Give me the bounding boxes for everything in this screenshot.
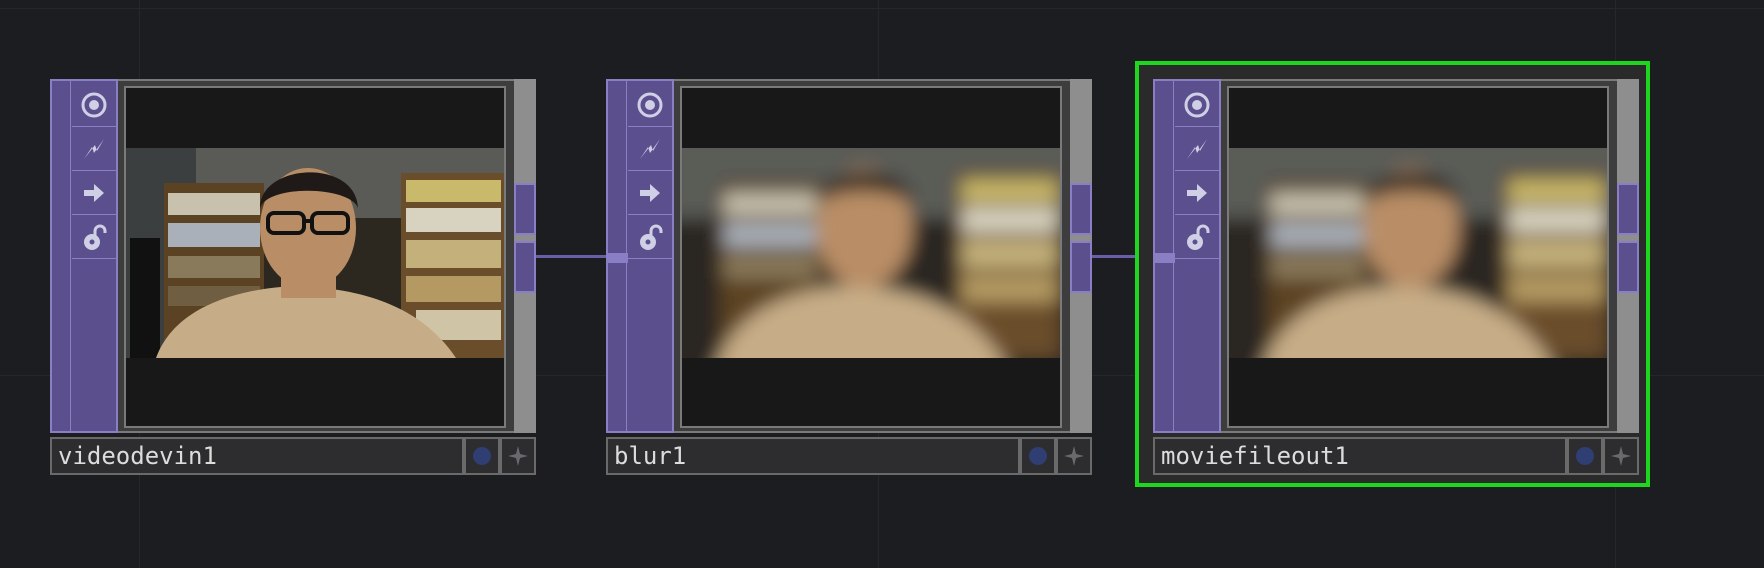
export-flag-icon[interactable] [72,171,116,215]
output-connector-bottom[interactable] [1070,241,1092,293]
display-dot-icon [1576,447,1594,465]
output-connector-top[interactable] [1070,183,1092,235]
node-videodevin1[interactable]: videodevin1 [50,79,536,477]
flag-bar-strip [70,81,71,431]
lock-icon[interactable] [1175,215,1219,259]
node-name-label[interactable]: videodevin1 [50,437,464,475]
output-bar [1617,79,1639,433]
node-viewer[interactable] [1227,86,1609,428]
node-moviefileout1[interactable]: moviefileout1 [1153,79,1639,477]
network-editor-canvas[interactable]: videodevin1 blur1 moviefileout1 [0,0,1764,568]
webcam-image-blurred [1229,88,1607,426]
output-bar [1070,79,1092,433]
pin-button[interactable] [1603,437,1639,475]
output-connector-bottom[interactable] [514,241,536,293]
cook-flag-icon[interactable] [1175,127,1219,171]
node-name-label[interactable]: moviefileout1 [1153,437,1567,475]
node-viewer[interactable] [680,86,1062,428]
output-connector-top[interactable] [514,183,536,235]
cook-flag-icon[interactable] [628,127,672,171]
flag-bar [606,79,674,433]
flag-bar [50,79,118,433]
webcam-image-sharp [126,88,504,426]
output-connector-top[interactable] [1617,183,1639,235]
output-connector-bottom[interactable] [1617,241,1639,293]
pin-icon [508,446,528,466]
cook-flag-icon[interactable] [72,127,116,171]
pin-icon [1064,446,1084,466]
display-dot-icon [473,447,491,465]
lock-icon[interactable] [72,215,116,259]
output-bar [514,79,536,433]
viewer-toggle-icon[interactable] [628,83,672,127]
node-name-label[interactable]: blur1 [606,437,1020,475]
export-flag-icon[interactable] [1175,171,1219,215]
export-flag-icon[interactable] [628,171,672,215]
pin-icon [1611,446,1631,466]
flag-bar [1153,79,1221,433]
input-connector[interactable] [608,253,628,263]
lock-icon[interactable] [628,215,672,259]
pin-button[interactable] [1056,437,1092,475]
wire-videodevin1-to-blur1[interactable] [527,255,606,258]
input-connector[interactable] [1155,253,1175,263]
display-flag-button[interactable] [464,437,500,475]
display-dot-icon [1029,447,1047,465]
pin-button[interactable] [500,437,536,475]
display-flag-button[interactable] [1567,437,1603,475]
viewer-toggle-icon[interactable] [1175,83,1219,127]
display-flag-button[interactable] [1020,437,1056,475]
grid-line [0,8,1764,9]
node-viewer[interactable] [124,86,506,428]
node-blur1[interactable]: blur1 [606,79,1092,477]
viewer-toggle-icon[interactable] [72,83,116,127]
webcam-image-blurred [682,88,1060,426]
